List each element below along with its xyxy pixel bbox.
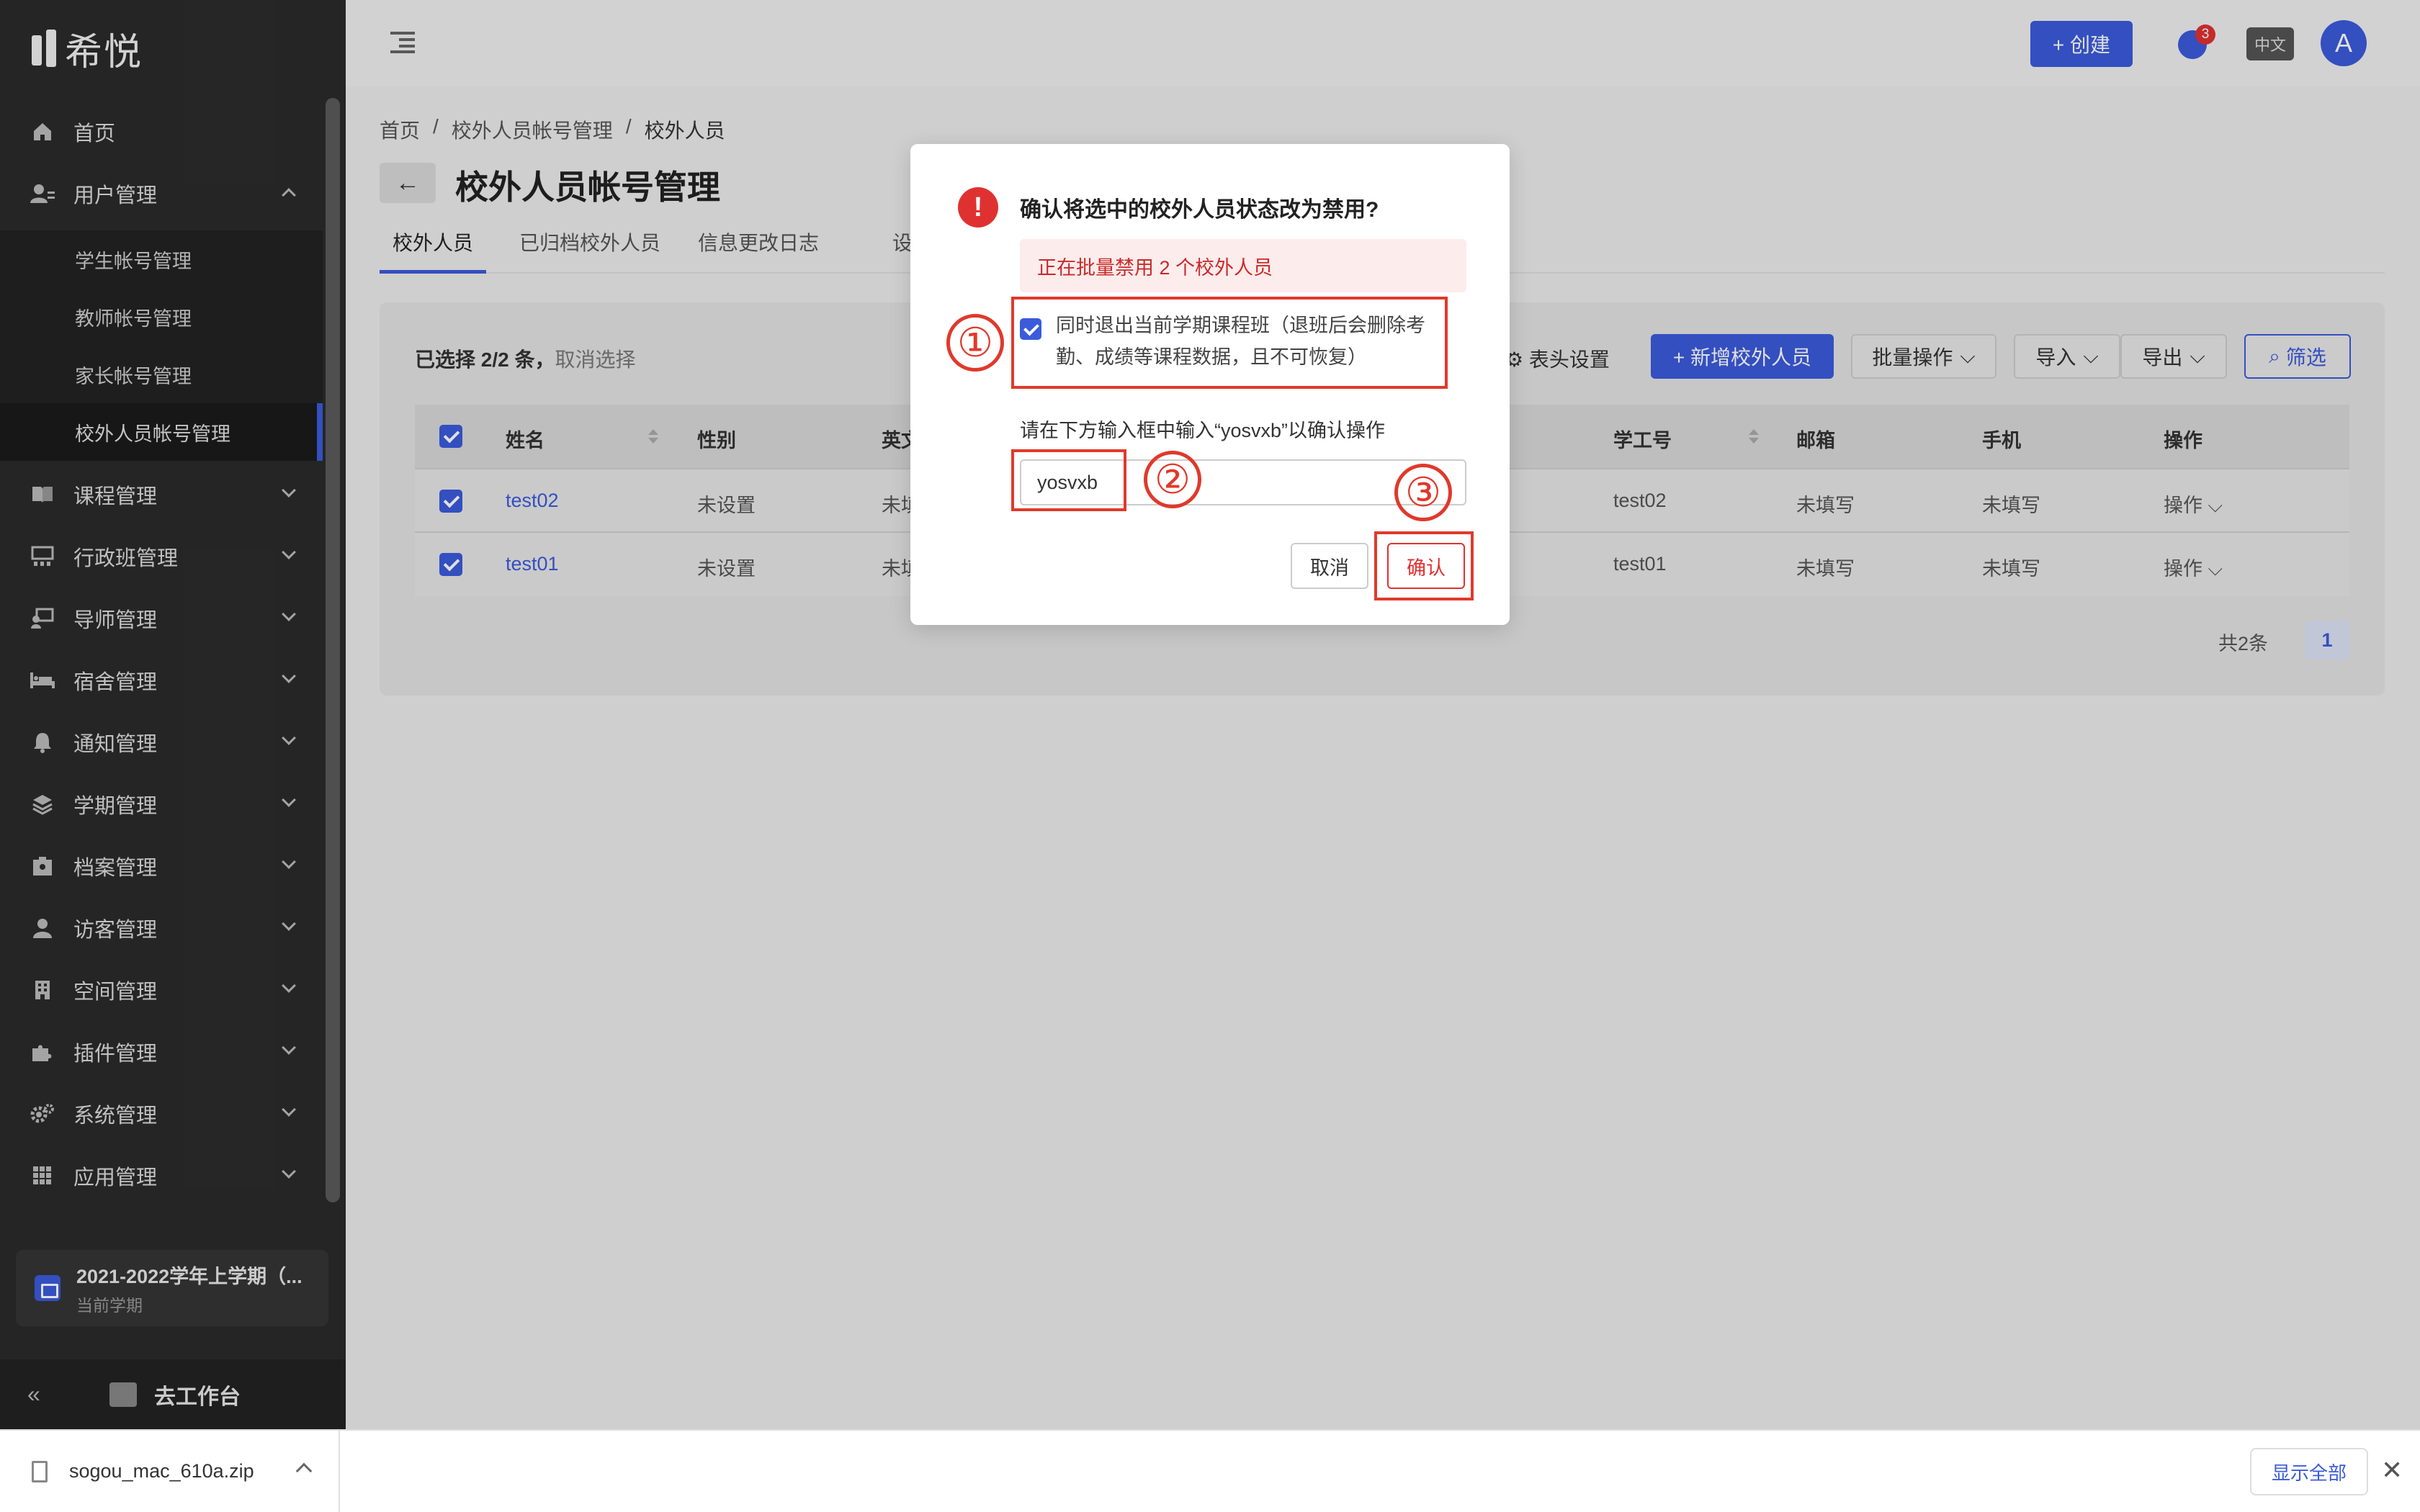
annotation-box-2 bbox=[1011, 449, 1126, 511]
annotation-box-1 bbox=[1011, 297, 1448, 389]
chevron-up-icon[interactable] bbox=[295, 1462, 313, 1480]
annotation-number-1: ① bbox=[946, 314, 1004, 372]
show-all-downloads-button[interactable]: 显示全部 bbox=[2250, 1448, 2368, 1495]
file-icon bbox=[32, 1460, 48, 1482]
warning-icon: ! bbox=[958, 187, 998, 228]
confirm-prompt: 请在下方输入框中输入“yosvxb”以确认操作 bbox=[1020, 420, 1386, 441]
download-item[interactable]: sogou_mac_610a.zip bbox=[0, 1431, 340, 1512]
annotation-number-3: ③ bbox=[1394, 464, 1452, 521]
cancel-button[interactable]: 取消 bbox=[1291, 543, 1368, 589]
annotation-number-2: ② bbox=[1144, 451, 1201, 508]
download-file-name: sogou_mac_610a.zip bbox=[69, 1460, 254, 1482]
close-icon[interactable]: ✕ bbox=[2381, 1455, 2403, 1485]
annotation-box-3 bbox=[1374, 531, 1474, 600]
dialog-title: 确认将选中的校外人员状态改为禁用? bbox=[1020, 198, 1379, 222]
batch-disable-alert: 正在批量禁用 2 个校外人员 bbox=[1020, 239, 1466, 292]
download-bar: sogou_mac_610a.zip 显示全部 ✕ bbox=[0, 1429, 2420, 1512]
